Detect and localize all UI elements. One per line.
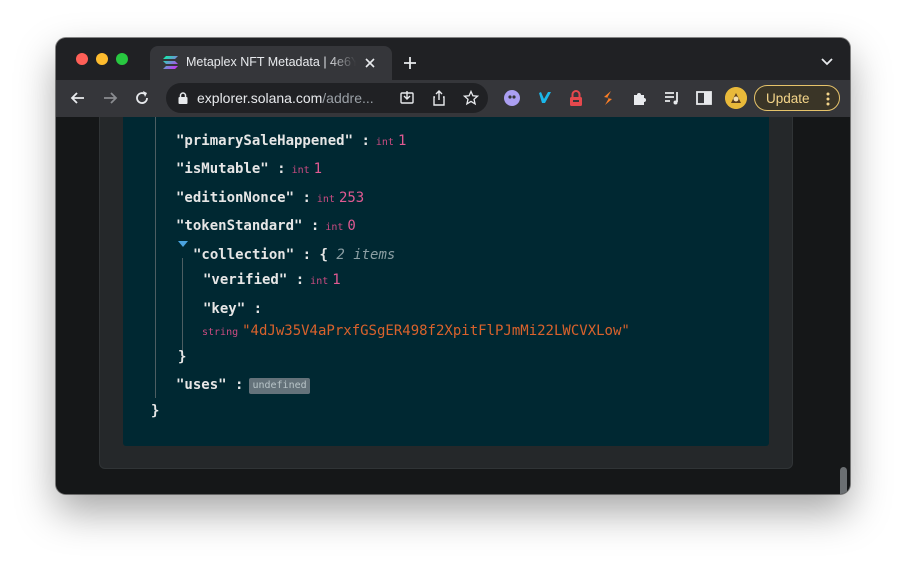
json-row-key-value: string "4dJw35V4aPrxfGSgER498f2XpitFlPJmM… (196, 322, 630, 342)
vimeo-extension-icon[interactable] (535, 89, 553, 107)
json-colon: : (302, 190, 311, 206)
json-row-token-standard: "tokenStandard" : int 0 (176, 217, 356, 237)
reload-icon[interactable] (133, 89, 151, 107)
update-button[interactable]: Update (754, 85, 840, 111)
json-key: "uses" (176, 377, 227, 393)
json-row-collection-close: } (178, 348, 186, 366)
json-value: 1 (397, 133, 407, 149)
json-colon: : (235, 377, 244, 393)
collapse-triangle-icon[interactable] (178, 241, 188, 247)
json-brace-close: } (151, 403, 160, 419)
json-colon: : (302, 247, 312, 263)
json-row-is-mutable: "isMutable" : int 1 (176, 160, 322, 180)
undefined-badge: undefined (249, 378, 310, 394)
json-colon: : (253, 301, 263, 317)
minimize-window-button[interactable] (96, 53, 108, 65)
json-type: int (325, 222, 344, 233)
json-key: "isMutable" (176, 161, 269, 177)
install-app-icon[interactable] (399, 90, 415, 106)
json-row-root-close: } (151, 402, 159, 420)
json-value: 1 (332, 272, 341, 288)
collection-indent-guide (182, 258, 183, 354)
tab-strip: Metaplex NFT Metadata | 4e6Y (56, 38, 850, 80)
json-value: "4dJw35V4aPrxfGSgER498f2XpitFlPJmMi22LWC… (242, 323, 630, 339)
close-window-button[interactable] (76, 53, 88, 65)
json-key: "tokenStandard" (176, 218, 303, 234)
json-row-collection[interactable]: "collection" : { 2 items (193, 246, 395, 264)
json-key: "editionNonce" (176, 190, 295, 206)
json-key: "verified" (203, 272, 288, 288)
new-tab-icon[interactable] (402, 55, 418, 71)
lock-icon (178, 92, 188, 104)
maximize-window-button[interactable] (116, 53, 128, 65)
tab-title: Metaplex NFT Metadata | 4e6Y (186, 55, 356, 71)
json-type: int (375, 137, 394, 148)
json-row-verified: "verified" : int 1 (203, 271, 341, 291)
reading-list-icon[interactable] (663, 89, 681, 107)
url-text: explorer.solana.com/addre... (197, 90, 392, 108)
side-panel-icon[interactable] (695, 89, 713, 107)
forward-arrow-icon[interactable] (101, 89, 119, 107)
url-path: /addre... (322, 90, 374, 106)
root-indent-guide (155, 117, 156, 398)
profile-avatar[interactable] (725, 87, 747, 109)
page-content: "primarySaleHappened" : int 1 "isMutable" … (56, 117, 850, 494)
json-key: "collection" (193, 247, 295, 263)
update-button-label: Update (766, 91, 810, 106)
page-scrollbar[interactable] (840, 467, 847, 494)
json-colon: : (361, 133, 370, 149)
json-type: int (316, 194, 335, 205)
json-viewer: "primarySaleHappened" : int 1 "isMutable" … (123, 117, 769, 446)
json-key: "key" (203, 301, 246, 317)
json-colon: : (277, 161, 286, 177)
json-brace-open: { (319, 247, 328, 263)
json-value: 1 (313, 161, 323, 177)
json-key: "primarySaleHappened" (176, 133, 354, 149)
json-brace-close: } (178, 349, 187, 365)
profile-avatar-icon (725, 87, 747, 109)
browser-toolbar: explorer.solana.com/addre... Update (56, 80, 850, 117)
json-colon: : (310, 218, 320, 234)
solflare-extension-icon[interactable] (599, 89, 617, 107)
puzzle-extensions-icon[interactable] (631, 89, 649, 107)
more-menu-icon[interactable] (826, 92, 830, 106)
json-row-key: "key" : (203, 300, 262, 318)
json-colon: : (295, 272, 305, 288)
browser-window: Metaplex NFT Metadata | 4e6Y explorer.so… (56, 38, 850, 494)
json-type: string (202, 327, 239, 338)
ghost-extension-icon[interactable] (503, 89, 521, 107)
address-bar[interactable]: explorer.solana.com/addre... (166, 83, 488, 113)
solana-logo-icon (163, 56, 178, 69)
chevron-down-icon[interactable] (820, 57, 834, 67)
json-row-uses: "uses" : undefined (176, 376, 310, 394)
json-item-count: 2 items (336, 247, 396, 263)
json-value: 253 (338, 190, 365, 206)
json-type: int (310, 276, 329, 287)
json-row-primary-sale: "primarySaleHappened" : int 1 (176, 132, 406, 152)
json-row-edition-nonce: "editionNonce" : int 253 (176, 189, 364, 209)
json-type: int (291, 165, 310, 176)
url-host: explorer.solana.com (197, 90, 323, 106)
share-icon[interactable] (431, 90, 447, 106)
close-tab-icon[interactable] (364, 57, 376, 69)
json-value: 0 (347, 218, 356, 234)
lock-extension-icon[interactable] (567, 89, 585, 107)
back-arrow-icon[interactable] (69, 89, 87, 107)
bookmark-star-icon[interactable] (463, 90, 479, 106)
active-tab[interactable]: Metaplex NFT Metadata | 4e6Y (150, 46, 392, 80)
